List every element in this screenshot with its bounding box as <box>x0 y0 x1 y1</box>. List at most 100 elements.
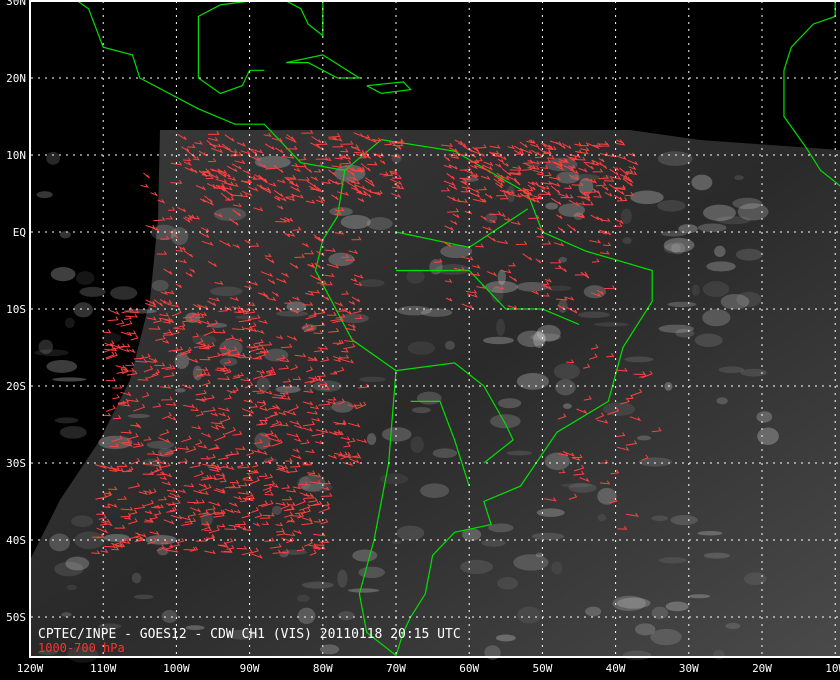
wind-barb <box>115 364 126 369</box>
cloud <box>583 285 607 299</box>
cloud <box>513 554 549 571</box>
latitude-label: 40S <box>6 534 26 547</box>
cloud <box>703 552 730 559</box>
wind-barb <box>145 224 156 230</box>
wind-barb <box>126 330 137 335</box>
cloud <box>712 650 725 660</box>
wind-barb <box>106 377 116 382</box>
wind-barb <box>140 183 149 188</box>
cloud <box>410 436 424 453</box>
longitude-label: 120W <box>17 662 44 675</box>
cloud <box>757 427 779 445</box>
latitude-label: 30N <box>6 0 26 8</box>
cloud <box>551 561 563 575</box>
wind-barb <box>109 309 120 316</box>
cloud <box>657 151 693 166</box>
latitude-label: 20N <box>6 72 26 85</box>
cloud <box>620 208 632 225</box>
wind-barb <box>128 348 136 354</box>
cloud <box>488 523 514 533</box>
cloud <box>706 261 736 272</box>
cloud <box>638 457 673 467</box>
cloud <box>52 377 87 382</box>
cloud <box>358 279 385 287</box>
cloud <box>497 577 518 590</box>
cloud <box>170 227 189 246</box>
cloud <box>483 336 514 345</box>
wind-barb <box>103 329 112 333</box>
cloud <box>192 365 203 381</box>
cloud <box>725 622 741 630</box>
wind-barb <box>107 316 119 322</box>
cloud <box>694 333 723 347</box>
cloud <box>720 293 750 310</box>
coastline <box>783 1 836 71</box>
longitude-label: 40W <box>606 662 626 675</box>
longitude-label: 50W <box>532 662 552 675</box>
cloud <box>585 606 602 617</box>
cloud <box>61 612 72 617</box>
wind-barb <box>116 368 124 374</box>
cloud <box>34 349 69 357</box>
cloud <box>497 398 522 409</box>
cloud <box>616 597 651 609</box>
cloud <box>545 202 559 210</box>
longitude-label: 10W <box>825 662 840 675</box>
cloud <box>744 572 767 586</box>
cloud <box>338 611 355 621</box>
cloud <box>688 594 711 599</box>
cloud <box>651 515 668 522</box>
coastline <box>366 81 412 95</box>
cloud <box>517 606 541 624</box>
cloud <box>275 310 309 317</box>
cloud <box>110 286 138 300</box>
cloud <box>558 203 586 217</box>
cloud <box>650 628 682 646</box>
wind-barb <box>112 394 120 400</box>
cloud <box>740 368 768 377</box>
satellite-map: 30N 20N 10N EQ 10S 20S 30S 40S 50S 120W 110W 100W 90… <box>0 0 840 680</box>
cloud <box>651 606 669 620</box>
cloud <box>71 515 94 527</box>
cloud <box>637 435 651 441</box>
cloud <box>624 356 654 363</box>
cloud <box>516 372 549 390</box>
cloud <box>593 322 629 327</box>
cloud <box>347 588 380 593</box>
cloud <box>74 531 105 550</box>
cloud <box>597 513 606 522</box>
cloud <box>670 515 698 526</box>
cloud <box>127 413 150 419</box>
cloud <box>533 330 546 348</box>
wind-barb <box>143 172 150 179</box>
cloud <box>536 508 565 517</box>
cloud <box>366 433 377 446</box>
cloud <box>411 406 431 414</box>
cloud <box>46 360 78 373</box>
wind-barb <box>120 343 131 348</box>
cloud <box>716 397 728 405</box>
longitude-label: 80W <box>313 662 333 675</box>
cloud <box>490 414 521 429</box>
cloud <box>407 341 436 355</box>
longitude-label: 70W <box>386 662 406 675</box>
cloud <box>691 174 713 191</box>
cloud <box>131 572 142 584</box>
cloud <box>556 171 580 184</box>
cloud <box>381 427 412 442</box>
cloud <box>702 281 730 297</box>
latitude-label: 10N <box>6 149 26 162</box>
cloud <box>59 231 71 239</box>
cloud <box>756 411 773 423</box>
cloud <box>297 607 316 625</box>
cloud <box>65 556 90 571</box>
cloud <box>667 301 697 308</box>
wind-barb <box>105 405 116 412</box>
longitude-label: 90W <box>240 662 260 675</box>
cloud <box>495 634 516 642</box>
latitude-label: 30S <box>6 457 26 470</box>
wind-barb <box>125 361 135 366</box>
pressure-level-label: 1000-700 hPa <box>38 641 125 655</box>
cloud <box>702 309 731 327</box>
latitude-label: 20S <box>6 380 26 393</box>
